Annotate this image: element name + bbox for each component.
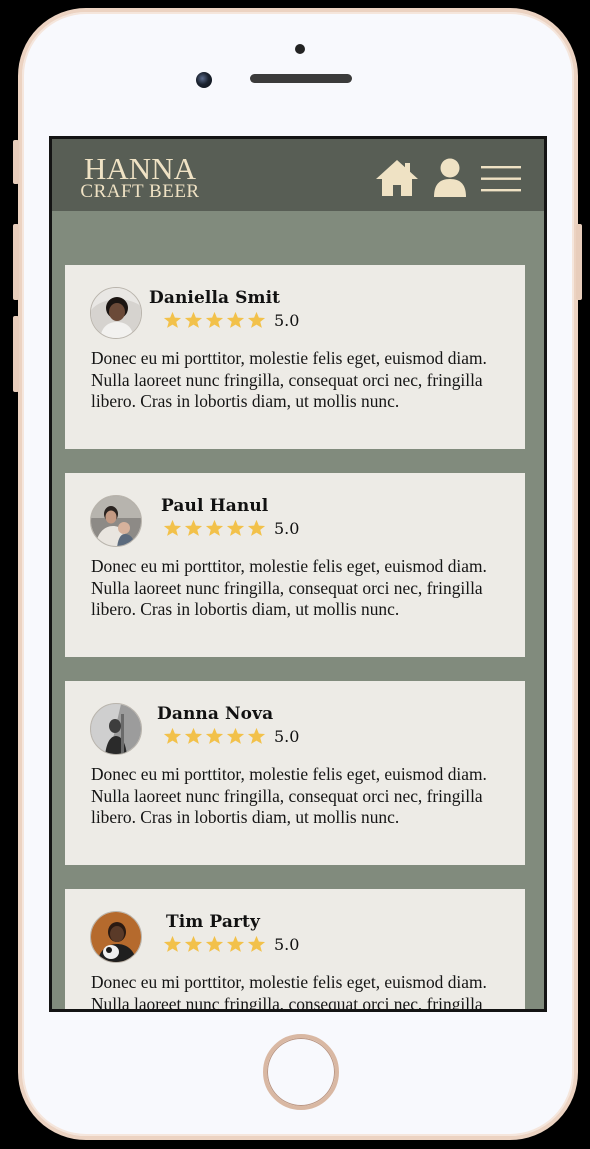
home-icon[interactable]: [374, 158, 420, 203]
star-icon: [163, 935, 182, 952]
reviewer-name: Danna Nova: [157, 704, 274, 724]
rating-value: 5.0: [274, 934, 300, 954]
star-icon: [226, 727, 245, 744]
avatar: [90, 911, 142, 963]
volume-up-button: [13, 224, 19, 300]
star-icon: [184, 727, 203, 744]
review-list: Daniella Smit 5.0 Donec eu mi porttitor,…: [65, 265, 527, 1012]
star-icon: [205, 311, 224, 328]
reviewer-name: Daniella Smit: [149, 288, 281, 308]
menu-icon[interactable]: [480, 163, 522, 200]
star-rating: 5.0: [162, 518, 299, 538]
proximity-sensor: [295, 44, 305, 54]
rating-value: 5.0: [274, 310, 300, 330]
review-card: Danna Nova 5.0 Donec eu mi porttitor, mo…: [65, 681, 525, 865]
review-text: Donec eu mi porttitor, molestie felis eg…: [91, 764, 487, 827]
star-icon: [163, 519, 182, 536]
star-rating: 5.0: [162, 310, 299, 330]
avatar: [90, 287, 142, 339]
brand-name: HANNA: [84, 151, 196, 186]
star-icon: [247, 311, 266, 328]
front-camera-icon: [196, 72, 212, 88]
reviewer-name: Tim Party: [166, 912, 260, 932]
avatar: [90, 495, 142, 547]
star-icon: [205, 935, 224, 952]
star-icon: [226, 935, 245, 952]
star-icon: [205, 727, 224, 744]
star-icon: [184, 935, 203, 952]
review-card: Tim Party 5.0 Donec eu mi porttitor, mol…: [65, 889, 525, 1012]
review-text: Donec eu mi porttitor, molestie felis eg…: [91, 348, 487, 411]
brand-tagline: CRAFT BEER: [80, 181, 200, 202]
star-icon: [163, 727, 182, 744]
star-icon: [205, 519, 224, 536]
volume-down-button: [13, 316, 19, 392]
star-rating: 5.0: [162, 726, 299, 746]
earpiece-speaker: [250, 74, 352, 83]
star-icon: [184, 519, 203, 536]
app-header: HANNA CRAFT BEER: [52, 139, 544, 211]
star-icon: [226, 311, 245, 328]
silent-switch: [13, 140, 19, 184]
user-icon[interactable]: [433, 157, 467, 204]
review-card: Paul Hanul 5.0 Donec eu mi porttitor, mo…: [65, 473, 525, 657]
rating-value: 5.0: [274, 518, 300, 538]
brand-logo[interactable]: HANNA CRAFT BEER: [72, 153, 208, 201]
star-rating: 5.0: [162, 934, 299, 954]
home-button[interactable]: [263, 1034, 339, 1110]
rating-value: 5.0: [274, 726, 300, 746]
review-text: Donec eu mi porttitor, molestie felis eg…: [91, 556, 487, 619]
star-icon: [247, 935, 266, 952]
star-icon: [247, 727, 266, 744]
star-icon: [247, 519, 266, 536]
power-button: [576, 224, 582, 300]
star-icon: [163, 311, 182, 328]
avatar: [90, 703, 142, 755]
star-icon: [226, 519, 245, 536]
star-icon: [184, 311, 203, 328]
app-screen: HANNA CRAFT BEER Daniella Smit 5.0 Donec…: [49, 136, 547, 1012]
review-text: Donec eu mi porttitor, molestie felis eg…: [91, 972, 487, 1012]
reviewer-name: Paul Hanul: [161, 496, 269, 516]
review-card: Daniella Smit 5.0 Donec eu mi porttitor,…: [65, 265, 525, 449]
